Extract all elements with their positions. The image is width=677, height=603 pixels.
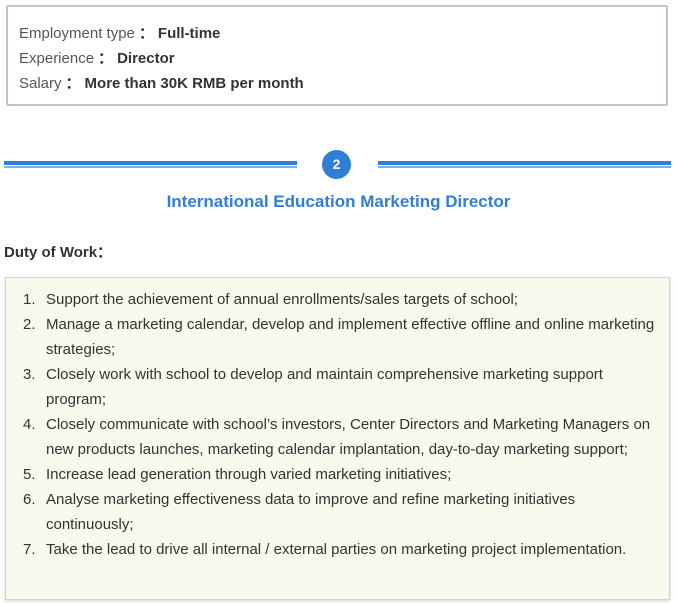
- duty-item: 3. Closely work with school to develop an…: [6, 362, 655, 412]
- section-divider-left: [4, 161, 297, 168]
- experience-row: Experience： Director: [19, 46, 656, 71]
- duty-list: 1. Support the achievement of annual enro…: [6, 287, 655, 562]
- employment-type-value: Full-time: [157, 25, 221, 42]
- duty-item: 4. Closely communicate with school’s inve…: [6, 412, 655, 462]
- duty-list-box: 1. Support the achievement of annual enro…: [5, 277, 670, 600]
- duty-item-number: 1.: [23, 291, 36, 308]
- duty-item-text: Support the achievement of annual enroll…: [46, 291, 518, 308]
- duty-item-number: 3.: [23, 366, 36, 383]
- salary-value: More than 30K RMB per month: [84, 75, 304, 92]
- salary-row: Salary： More than 30K RMB per month: [19, 71, 656, 96]
- duty-item-text: Analyse marketing effectiveness data to …: [46, 491, 576, 533]
- duty-item-text: Closely communicate with school’s invest…: [46, 416, 651, 458]
- experience-value: Director: [117, 50, 175, 67]
- duty-item: 2. Manage a marketing calendar, develop a…: [6, 312, 655, 362]
- experience-label: Experience: [19, 50, 95, 67]
- job-info-box: Employment type： Full-time Experience： Dir…: [6, 5, 668, 106]
- duty-item-number: 4.: [23, 416, 36, 433]
- salary-separator: ：: [65, 75, 81, 92]
- duty-item: 1. Support the achievement of annual enro…: [6, 287, 655, 312]
- job-title: International Education Marketing Direct…: [166, 192, 511, 211]
- duty-item: 6. Analyse marketing effectiveness data t…: [6, 487, 655, 537]
- duty-item: 5. Increase lead generation through varie…: [6, 462, 655, 487]
- employment-type-separator: ：: [138, 25, 154, 42]
- experience-separator: ：: [98, 50, 114, 67]
- duty-item-text: Manage a marketing calendar, develop and…: [46, 316, 655, 358]
- duty-item-number: 5.: [23, 466, 36, 483]
- duty-item-number: 2.: [23, 316, 36, 333]
- duty-item-number: 6.: [23, 491, 36, 508]
- duty-item-text: Increase lead generation through varied …: [46, 466, 452, 483]
- duty-item-number: 7.: [23, 541, 36, 558]
- section-divider-right: [378, 161, 671, 168]
- salary-label: Salary: [19, 75, 62, 92]
- duty-item-text: Take the lead to drive all internal / ex…: [46, 541, 627, 558]
- employment-type-row: Employment type： Full-time: [19, 21, 656, 46]
- duty-item: 7. Take the lead to drive all internal / …: [6, 537, 655, 562]
- employment-type-label: Employment type: [19, 25, 135, 42]
- duty-item-text: Closely work with school to develop and …: [46, 366, 603, 408]
- section-number-badge: 2: [322, 150, 351, 179]
- duty-of-work-heading: Duty of Work：: [4, 244, 113, 261]
